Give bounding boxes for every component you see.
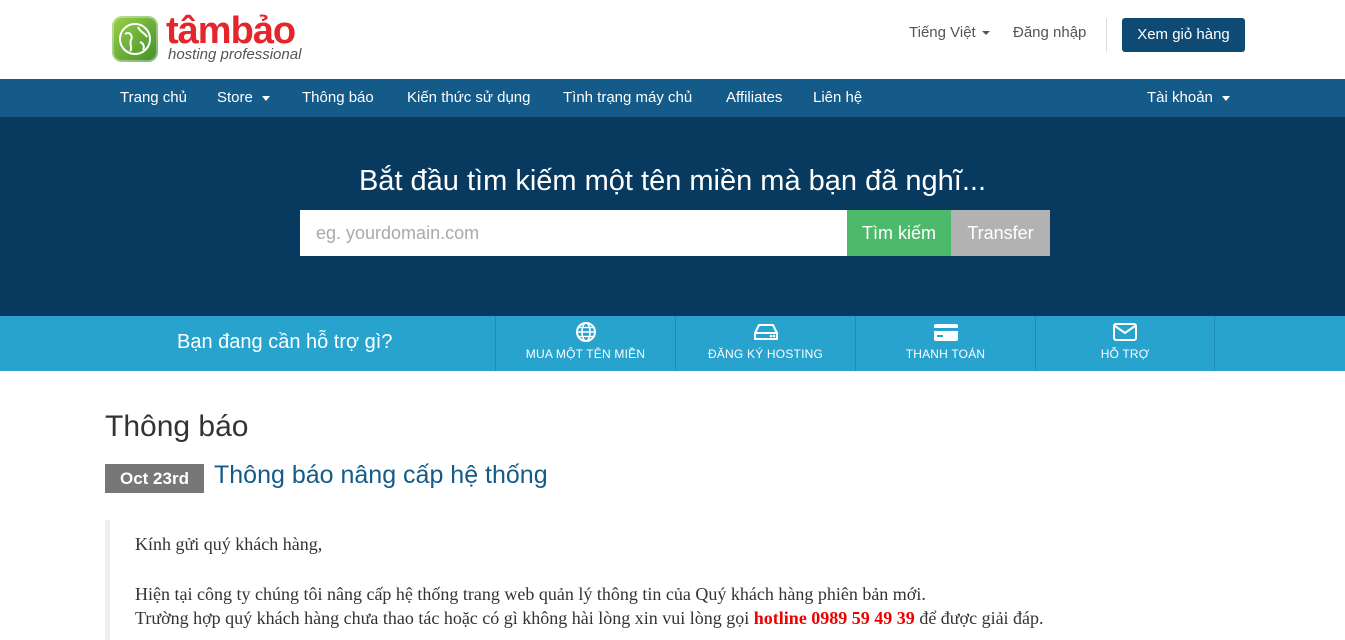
announcement-body: Kính gửi quý khách hàng, Hiện tại công t…	[105, 520, 1240, 640]
nav-item-account[interactable]: Tài khoản	[1147, 79, 1230, 117]
caret-down-icon	[261, 95, 270, 101]
globe-logo-icon	[112, 16, 158, 62]
logo-tagline: hosting professional	[168, 46, 302, 63]
logo[interactable]: tâmbảo hosting professional	[110, 10, 315, 68]
announcement-line: Hiện tại công ty chúng tôi nâng cấp hệ t…	[135, 584, 926, 604]
credit-card-icon	[856, 321, 1035, 343]
nav-item-home[interactable]: Trang chủ	[120, 79, 187, 117]
transfer-button[interactable]: Transfer	[951, 210, 1050, 256]
help-question: Bạn đang cần hỗ trợ gì?	[177, 331, 393, 353]
language-label: Tiếng Việt	[909, 24, 976, 41]
header-divider	[1106, 18, 1107, 52]
domain-search-hero: Bắt đầu tìm kiếm một tên miền mà bạn đã …	[0, 117, 1345, 316]
announcement-text: Trường hợp quý khách hàng chưa thao tác …	[135, 608, 754, 628]
nav-item-store[interactable]: Store	[217, 79, 270, 117]
caret-down-icon	[1221, 95, 1230, 101]
announcement-line: Trường hợp quý khách hàng chưa thao tác …	[135, 608, 1044, 629]
help-item-hosting[interactable]: ĐĂNG KÝ HOSTING	[675, 316, 855, 371]
login-link[interactable]: Đăng nhập	[1013, 24, 1086, 41]
nav-item-store-label: Store	[217, 89, 253, 106]
page-title: Thông báo	[105, 410, 249, 443]
announcement-title-link[interactable]: Thông báo nâng cấp hệ thống	[214, 461, 548, 490]
language-selector[interactable]: Tiếng Việt	[909, 24, 990, 41]
nav-item-announcements[interactable]: Thông báo	[302, 79, 374, 117]
announcement-greeting: Kính gửi quý khách hàng,	[135, 534, 323, 554]
nav-item-affiliates[interactable]: Affiliates	[726, 79, 782, 117]
help-item-label: MUA MỘT TÊN MIỀN	[525, 347, 646, 361]
search-button[interactable]: Tìm kiếm	[847, 210, 951, 256]
nav-item-contact[interactable]: Liên hệ	[813, 79, 862, 117]
hotline-link[interactable]: hotline 0989 59 49 39	[754, 608, 915, 628]
announcement-text: để được giải đáp.	[914, 608, 1044, 628]
help-item-label: THANH TOÁN	[905, 347, 986, 361]
help-item-label: ĐĂNG KÝ HOSTING	[707, 347, 823, 361]
help-item-billing[interactable]: THANH TOÁN	[855, 316, 1035, 371]
view-cart-button[interactable]: Xem giỏ hàng	[1122, 18, 1245, 52]
help-item-buy-domain[interactable]: MUA MỘT TÊN MIỀN	[495, 316, 675, 371]
help-item-support[interactable]: HỖ TRỢ	[1035, 316, 1215, 371]
envelope-icon	[1036, 321, 1214, 343]
nav-item-account-label: Tài khoản	[1147, 89, 1213, 106]
main-nav: Trang chủ Store Thông báo Kiến thức sử d…	[0, 79, 1345, 117]
hero-title: Bắt đầu tìm kiếm một tên miền mà bạn đã …	[358, 165, 987, 197]
nav-item-server-status[interactable]: Tình trạng máy chủ	[563, 79, 692, 117]
help-bar: Bạn đang cần hỗ trợ gì? MUA MỘT TÊN MIỀN…	[0, 316, 1345, 371]
domain-search-input[interactable]	[300, 210, 847, 256]
caret-down-icon	[981, 31, 990, 36]
nav-item-knowledgebase[interactable]: Kiến thức sử dụng	[407, 79, 531, 117]
hard-drive-icon	[676, 321, 855, 343]
site-header: tâmbảo hosting professional Tiếng Việt Đ…	[0, 0, 1345, 79]
help-item-label: HỖ TRỢ	[1100, 347, 1150, 361]
globe-icon	[496, 321, 675, 343]
date-badge: Oct 23rd	[105, 464, 204, 493]
